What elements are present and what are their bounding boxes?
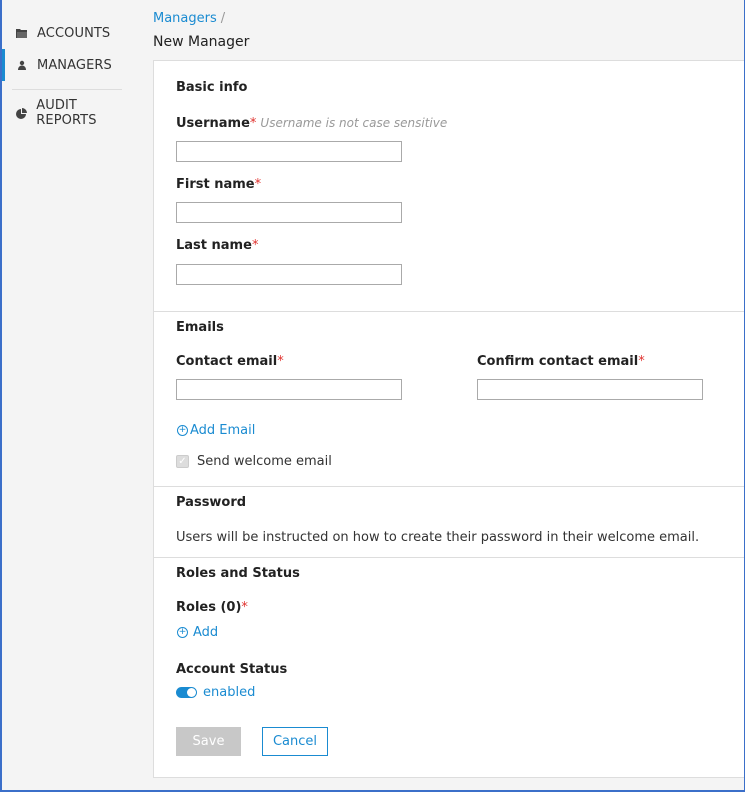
toggle-knob bbox=[187, 688, 196, 697]
roles-label: Roles (0)* bbox=[176, 600, 248, 615]
confirm-email-label-text: Confirm contact email bbox=[477, 354, 639, 369]
form-panel: Basic info Username* Username is not case… bbox=[153, 60, 745, 778]
required-mark: * bbox=[638, 354, 645, 369]
username-label-text: Username bbox=[176, 116, 250, 131]
confirm-email-label: Confirm contact email* bbox=[477, 354, 645, 369]
username-hint: Username is not case sensitive bbox=[260, 116, 448, 130]
first-name-label: First name* bbox=[176, 177, 261, 192]
section-divider bbox=[154, 486, 745, 487]
cancel-button[interactable]: Cancel bbox=[262, 727, 328, 756]
account-status-toggle[interactable] bbox=[176, 687, 197, 698]
page-title: New Manager bbox=[153, 34, 250, 50]
sidebar-item-label: MANAGERS bbox=[37, 57, 112, 73]
breadcrumb-link-managers[interactable]: Managers bbox=[153, 11, 217, 26]
plus-circle-icon: + bbox=[177, 627, 188, 638]
save-button[interactable]: Save bbox=[176, 727, 241, 756]
breadcrumb-separator: / bbox=[220, 11, 226, 26]
sidebar-item-accounts[interactable]: ACCOUNTS bbox=[2, 17, 135, 49]
user-icon bbox=[16, 59, 28, 71]
account-status-value: enabled bbox=[203, 685, 256, 700]
last-name-label: Last name* bbox=[176, 238, 258, 253]
required-mark: * bbox=[277, 354, 284, 369]
username-label: Username* Username is not case sensitive bbox=[176, 116, 447, 131]
sidebar: ACCOUNTS MANAGERS AUDIT REPORTS bbox=[2, 0, 135, 790]
contact-email-label-text: Contact email bbox=[176, 354, 278, 369]
section-title-basic-info: Basic info bbox=[176, 80, 248, 95]
sidebar-item-label: AUDIT REPORTS bbox=[36, 98, 97, 128]
required-mark: * bbox=[249, 116, 257, 131]
folder-icon bbox=[16, 27, 28, 39]
add-email-link[interactable]: + Add Email bbox=[177, 423, 255, 438]
required-mark: * bbox=[241, 600, 248, 615]
plus-circle-icon: + bbox=[177, 425, 188, 436]
last-name-label-text: Last name bbox=[176, 238, 252, 253]
section-title-emails: Emails bbox=[176, 320, 224, 335]
sidebar-item-managers[interactable]: MANAGERS bbox=[2, 49, 135, 81]
last-name-input[interactable] bbox=[176, 264, 402, 285]
username-input[interactable] bbox=[176, 141, 402, 162]
confirm-email-input[interactable] bbox=[477, 379, 703, 400]
breadcrumb: Managers / bbox=[153, 11, 225, 26]
first-name-input[interactable] bbox=[176, 202, 402, 223]
first-name-label-text: First name bbox=[176, 177, 255, 192]
section-divider bbox=[154, 557, 745, 558]
section-title-password: Password bbox=[176, 495, 247, 510]
account-status-label: Account Status bbox=[176, 662, 288, 677]
roles-label-text: Roles (0) bbox=[176, 600, 242, 615]
send-welcome-row: ✓ Send welcome email bbox=[176, 454, 332, 469]
send-welcome-label: Send welcome email bbox=[197, 454, 332, 469]
contact-email-input[interactable] bbox=[176, 379, 402, 400]
section-title-roles-status: Roles and Status bbox=[176, 566, 300, 581]
sidebar-item-audit-reports[interactable]: AUDIT REPORTS bbox=[2, 97, 135, 129]
sidebar-item-label: ACCOUNTS bbox=[37, 25, 111, 41]
sidebar-divider bbox=[12, 89, 122, 90]
required-mark: * bbox=[254, 177, 262, 192]
pie-chart-icon bbox=[16, 107, 28, 119]
account-status-row: enabled bbox=[176, 685, 255, 700]
contact-email-label: Contact email* bbox=[176, 354, 284, 369]
required-mark: * bbox=[251, 238, 259, 253]
add-role-label: Add bbox=[193, 625, 219, 640]
add-role-link[interactable]: + Add bbox=[177, 625, 218, 640]
password-description: Users will be instructed on how to creat… bbox=[176, 530, 700, 545]
section-divider bbox=[154, 311, 745, 312]
send-welcome-checkbox[interactable]: ✓ bbox=[176, 455, 189, 468]
add-email-label: Add Email bbox=[190, 423, 256, 438]
